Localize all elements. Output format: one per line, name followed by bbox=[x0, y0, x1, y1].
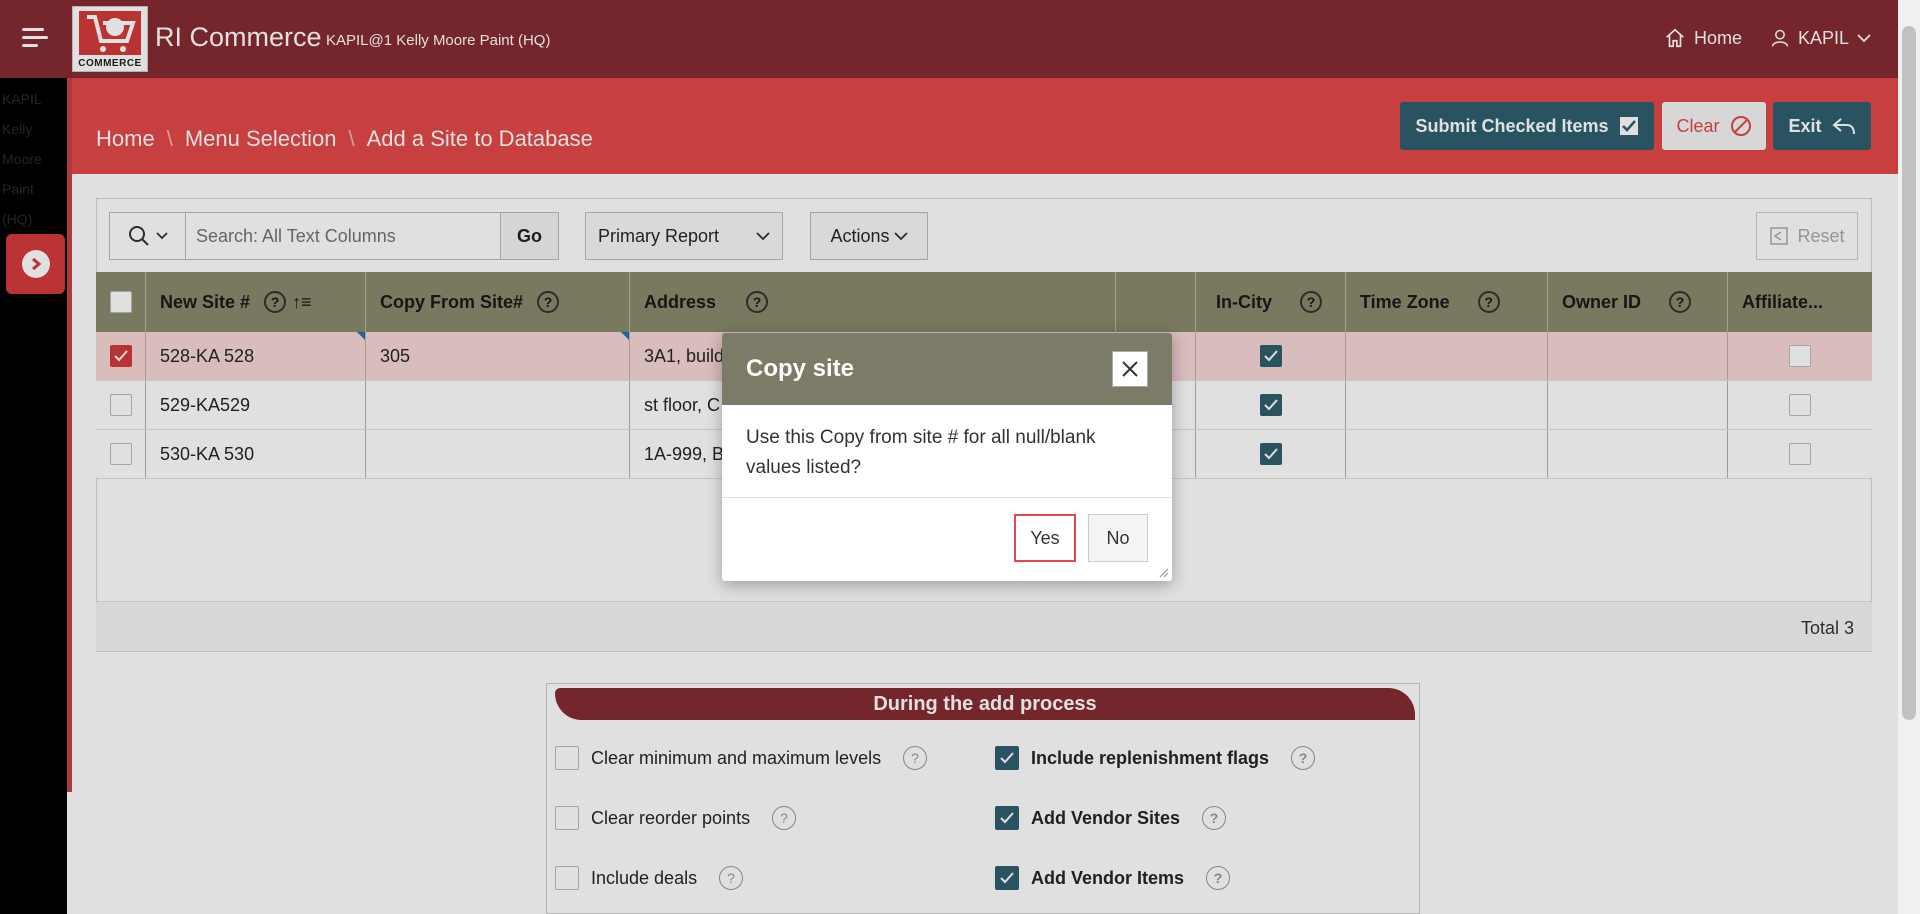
close-icon bbox=[1122, 361, 1138, 377]
close-button[interactable] bbox=[1112, 351, 1148, 387]
dialog-title: Copy site bbox=[746, 355, 855, 382]
dialog-header: Copy site bbox=[722, 333, 1172, 405]
dialog-footer: Yes No bbox=[722, 497, 1172, 581]
no-button[interactable]: No bbox=[1088, 514, 1148, 562]
page-scrollbar[interactable] bbox=[1898, 0, 1920, 914]
copy-site-dialog: Copy site Use this Copy from site # for … bbox=[722, 333, 1172, 581]
scrollbar-thumb[interactable] bbox=[1902, 26, 1916, 720]
yes-button[interactable]: Yes bbox=[1014, 514, 1076, 562]
resize-handle-icon[interactable] bbox=[1157, 566, 1169, 578]
dialog-message: Use this Copy from site # for all null/b… bbox=[746, 427, 1096, 478]
